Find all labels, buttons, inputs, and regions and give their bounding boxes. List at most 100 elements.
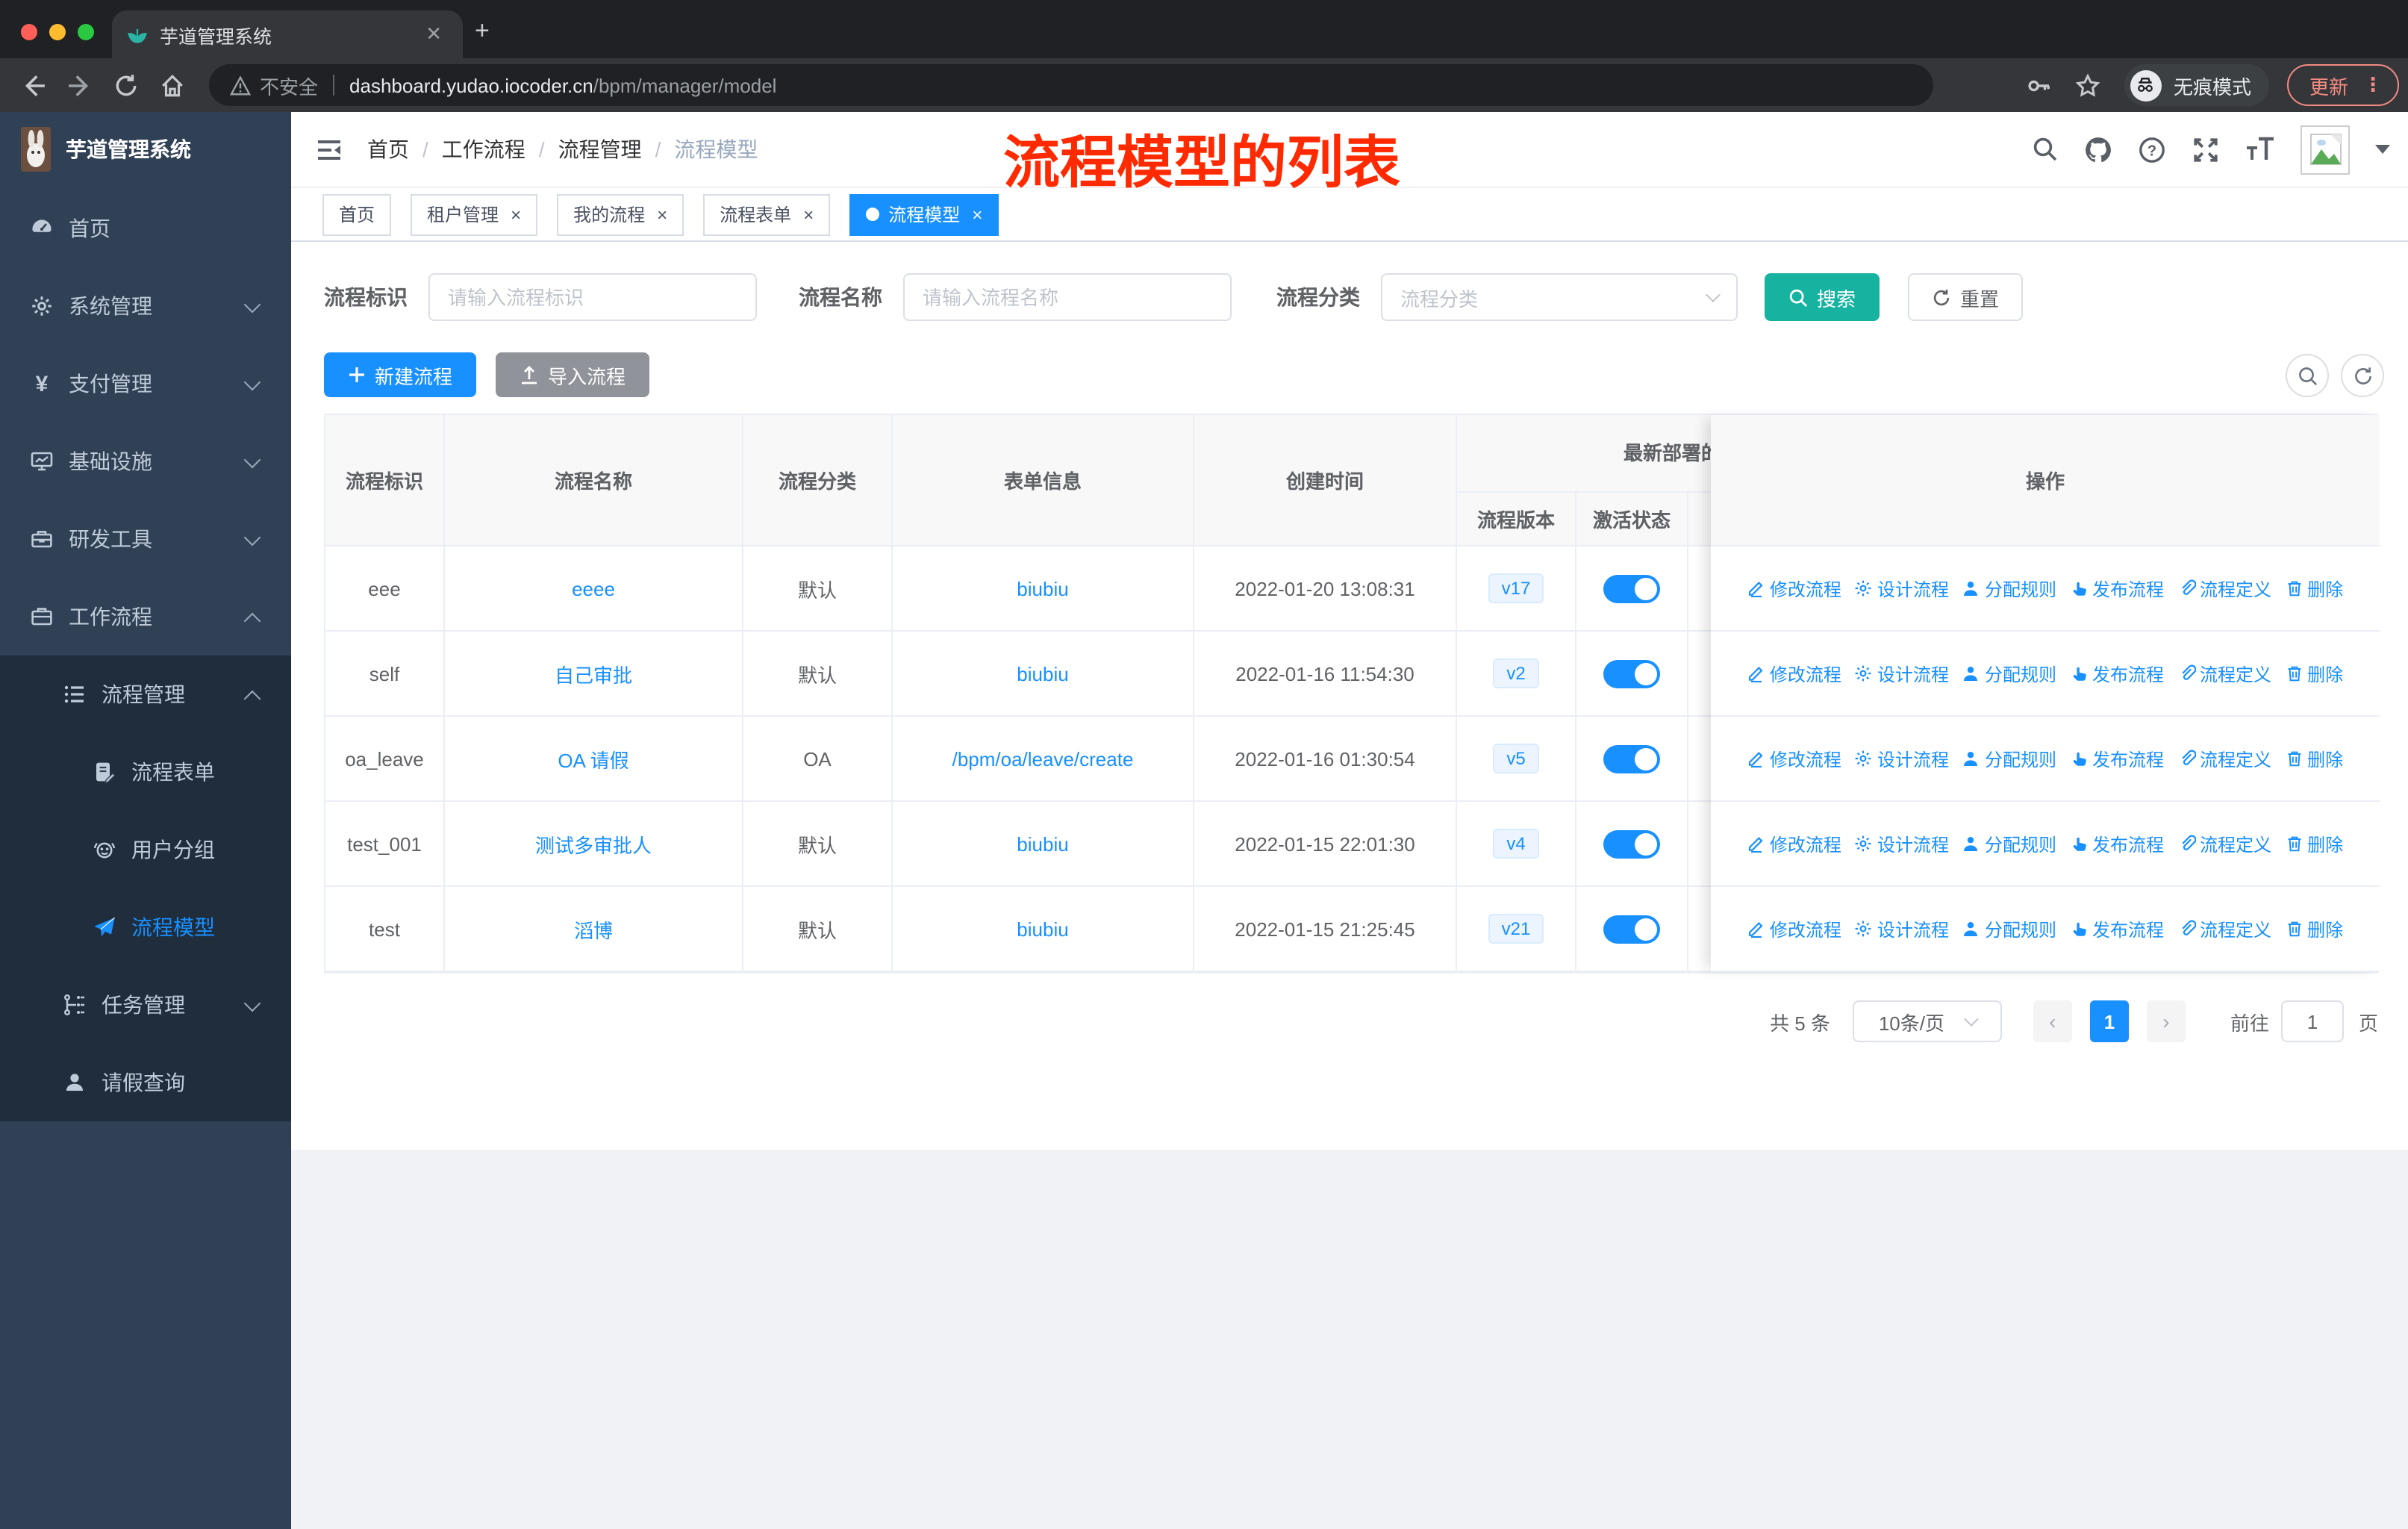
action-assign-user[interactable]: 分配规则 [1962,916,2056,941]
reload-icon[interactable] [113,72,139,98]
breadcrumb-workflow[interactable]: 工作流程 [442,134,525,164]
action-design-gear[interactable]: 设计流程 [1855,576,1949,601]
fullscreen-icon[interactable] [2192,135,2220,164]
reset-button[interactable]: 重置 [1908,273,2024,321]
address-bar[interactable]: 不安全 dashboard.yudao.iocoder.cn/bpm/manag… [209,64,1933,106]
search-button[interactable]: 搜索 [1765,273,1880,321]
current-page-button[interactable]: 1 [2089,1000,2129,1042]
sidebar-item-paper-plane[interactable]: 流程模型 [0,888,291,966]
breadcrumb-process-manage[interactable]: 流程管理 [558,134,642,164]
close-icon[interactable]: × [511,204,521,225]
process-name-link[interactable]: 滔博 [574,915,613,943]
process-name-link[interactable]: eeee [572,577,615,600]
avatar-caret-icon[interactable] [2375,145,2390,154]
action-edit[interactable]: 修改流程 [1747,661,1841,686]
action-edit[interactable]: 修改流程 [1747,916,1841,941]
app-logo[interactable]: 芋道管理系统 [0,112,291,187]
minimize-window-button[interactable] [49,24,66,40]
category-select[interactable]: 流程分类 [1381,273,1738,321]
action-assign-user[interactable]: 分配规则 [1962,746,2056,771]
password-key-icon[interactable] [2026,72,2051,98]
import-process-button[interactable]: 导入流程 [496,352,650,397]
action-definition-clip[interactable]: 流程定义 [2177,576,2271,601]
sidebar-item-yen[interactable]: ¥ 支付管理 [0,345,291,423]
create-process-button[interactable]: 新建流程 [324,352,477,397]
action-assign-user[interactable]: 分配规则 [1962,661,2056,686]
tag-view[interactable]: 流程模型 × [849,193,999,235]
active-toggle[interactable] [1603,574,1660,602]
form-info-link[interactable]: biubiu [1017,832,1068,855]
action-publish-hand[interactable]: 发布流程 [2070,661,2164,686]
action-assign-user[interactable]: 分配规则 [1962,831,2056,856]
form-info-link[interactable]: biubiu [1017,662,1068,685]
action-edit[interactable]: 修改流程 [1747,746,1841,771]
window-controls[interactable] [21,24,94,40]
next-page-button[interactable]: › [2146,1000,2186,1042]
process-name-link[interactable]: OA 请假 [558,744,628,773]
action-design-gear[interactable]: 设计流程 [1855,661,1949,686]
sidebar-item-user-group[interactable]: 用户分组 [0,811,291,888]
action-delete[interactable]: 删除 [2285,746,2343,771]
hamburger-icon[interactable] [316,138,342,161]
sidebar-item-monitor[interactable]: 基础设施 [0,423,291,500]
security-label[interactable]: 不安全 [260,71,318,99]
sidebar-item-list[interactable]: 流程管理 [0,655,291,733]
active-toggle[interactable] [1603,915,1660,943]
action-edit[interactable]: 修改流程 [1747,831,1841,856]
action-delete[interactable]: 删除 [2285,916,2343,941]
action-publish-hand[interactable]: 发布流程 [2070,916,2164,941]
tag-view[interactable]: 首页 [322,193,392,235]
tag-view[interactable]: 租户管理 × [411,193,538,235]
process-name-input[interactable] [903,273,1232,321]
page-size-select[interactable]: 10条/页 [1852,1000,2002,1042]
form-info-link[interactable]: biubiu [1017,918,1068,940]
refresh-table-button[interactable] [2341,354,2384,397]
action-definition-clip[interactable]: 流程定义 [2177,831,2271,856]
prev-page-button[interactable]: ‹ [2033,1000,2072,1042]
sidebar-item-toolbox[interactable]: 研发工具 [0,500,291,578]
sidebar-item-dashboard[interactable]: 首页 [0,190,291,267]
close-window-button[interactable] [21,24,37,40]
help-icon[interactable]: ? [2138,135,2166,164]
font-size-icon[interactable] [2245,136,2275,163]
browser-update-button[interactable]: 更新 ⋮ [2286,64,2399,106]
tab-close-icon[interactable]: ✕ [419,22,448,46]
forward-icon[interactable] [67,72,93,98]
close-icon[interactable]: × [972,204,982,225]
action-design-gear[interactable]: 设计流程 [1855,746,1949,771]
action-publish-hand[interactable]: 发布流程 [2070,576,2164,601]
action-design-gear[interactable]: 设计流程 [1855,916,1949,941]
action-definition-clip[interactable]: 流程定义 [2177,746,2271,771]
process-name-link[interactable]: 自己审批 [555,659,632,688]
search-icon[interactable] [2032,136,2059,163]
sidebar-item-briefcase[interactable]: 工作流程 [0,578,291,655]
sidebar-item-user[interactable]: 请假查询 [0,1044,291,1121]
action-definition-clip[interactable]: 流程定义 [2177,916,2271,941]
close-icon[interactable]: × [803,204,814,225]
action-delete[interactable]: 删除 [2285,831,2343,856]
action-publish-hand[interactable]: 发布流程 [2070,746,2164,771]
sidebar-item-form[interactable]: 流程表单 [0,733,291,811]
new-tab-button[interactable]: + [475,18,490,43]
action-edit[interactable]: 修改流程 [1747,576,1841,601]
action-design-gear[interactable]: 设计流程 [1855,831,1949,856]
maximize-window-button[interactable] [78,24,94,40]
action-delete[interactable]: 删除 [2285,661,2343,686]
sidebar-item-gear[interactable]: 系统管理 [0,267,291,345]
process-name-link[interactable]: 测试多审批人 [535,829,652,858]
tag-view[interactable]: 我的流程 × [557,193,684,235]
back-icon[interactable] [21,72,46,98]
browser-menu-icon[interactable]: ⋮ [2363,73,2383,97]
goto-page-input[interactable] [2280,1000,2344,1042]
browser-tab[interactable]: 芋道管理系统 ✕ [112,10,463,58]
active-toggle[interactable] [1603,659,1660,688]
home-icon[interactable] [160,72,185,98]
active-toggle[interactable] [1603,744,1660,773]
form-info-link[interactable]: biubiu [1017,577,1068,600]
sidebar-item-tree[interactable]: 任务管理 [0,966,291,1044]
breadcrumb-home[interactable]: 首页 [367,134,409,164]
action-delete[interactable]: 删除 [2285,576,2343,601]
form-info-link[interactable]: /bpm/oa/leave/create [952,747,1134,770]
github-icon[interactable] [2084,135,2112,164]
show-search-button[interactable] [2286,354,2329,397]
